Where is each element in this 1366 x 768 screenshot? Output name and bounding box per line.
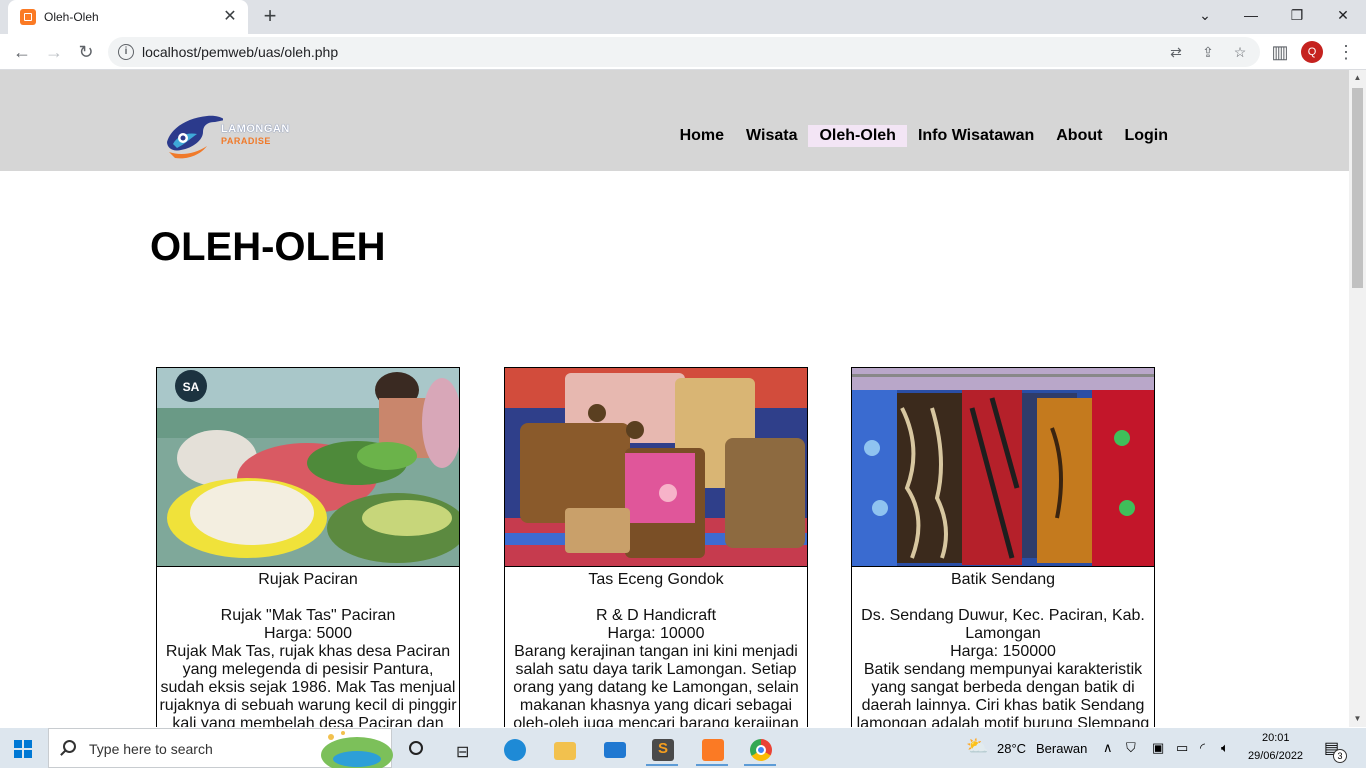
scroll-down-icon[interactable]: ▼ — [1349, 711, 1366, 727]
side-panel-icon[interactable]: ▥ — [1268, 40, 1292, 64]
search-highlight-icon — [321, 731, 393, 768]
share-icon[interactable]: ⇪ — [1198, 43, 1218, 61]
site-header: LAMONGAN PARADISE Home Wisata Oleh-Oleh … — [0, 70, 1349, 171]
mail-icon[interactable] — [594, 734, 634, 766]
nav-oleh-oleh[interactable]: Oleh-Oleh — [808, 125, 907, 147]
site-nav: Home Wisata Oleh-Oleh Info Wisatawan Abo… — [669, 125, 1179, 147]
tab-close-icon[interactable]: ✕ — [220, 7, 240, 27]
device-icon[interactable]: ▣ — [1152, 740, 1164, 756]
product-description: Batik sendang mempunyai karakteristik ya… — [856, 661, 1150, 727]
wifi-icon[interactable]: ◜ — [1200, 740, 1205, 756]
product-card: Tas Eceng Gondok R & D Handicraft Harga:… — [504, 367, 808, 727]
product-price: Harga: 150000 — [950, 643, 1056, 660]
dolphin-logo-icon — [167, 115, 225, 159]
page-title: OLEH-OLEH — [150, 225, 386, 269]
svg-text:SA: SA — [183, 380, 200, 394]
scroll-up-icon[interactable]: ▲ — [1349, 70, 1366, 86]
product-description: Rujak Mak Tas, rujak khas desa Paciran y… — [159, 643, 457, 727]
product-card: SA Rujak Paciran Rujak "Mak Tas" Paciran… — [156, 367, 460, 727]
page-viewport: LAMONGAN PARADISE Home Wisata Oleh-Oleh … — [0, 70, 1349, 727]
new-tab-button[interactable]: + — [258, 5, 282, 29]
browser-toolbar: ← → ↻ i localhost/pemweb/uas/oleh.php ⇄ … — [0, 34, 1366, 70]
nav-home[interactable]: Home — [669, 125, 735, 147]
security-shield-icon[interactable]: ⛉ — [1126, 740, 1136, 756]
tab-search-icon[interactable]: ⌄ — [1182, 0, 1228, 30]
task-view-icon[interactable] — [396, 734, 436, 766]
weather-icon[interactable]: ⛅ — [966, 736, 988, 757]
product-price: Harga: 10000 — [607, 625, 705, 642]
product-store: R & D Handicraft — [595, 607, 717, 624]
sublime-text-icon[interactable]: S — [642, 734, 682, 766]
browser-tab[interactable]: Oleh-Oleh ✕ — [8, 0, 248, 34]
back-icon[interactable]: ← — [10, 40, 34, 64]
search-icon — [63, 740, 76, 753]
product-description: Barang kerajinan tangan ini kini menjadi… — [513, 643, 799, 727]
tray-chevron-up-icon[interactable]: ∧ — [1103, 740, 1113, 756]
clock-time[interactable]: 20:01 — [1262, 732, 1290, 744]
page-scrollbar[interactable]: ▲ ▼ — [1349, 70, 1366, 727]
weather-temp[interactable]: 28°C — [997, 741, 1026, 756]
product-image: SA — [157, 368, 459, 567]
chrome-icon[interactable] — [740, 734, 780, 766]
taskbar-search-box[interactable]: Type here to search — [48, 728, 393, 768]
forward-icon[interactable]: → — [42, 40, 66, 64]
close-window-button[interactable]: ✕ — [1320, 0, 1366, 30]
translate-icon[interactable]: ⇄ — [1166, 43, 1186, 61]
logo-text-paradise: PARADISE — [221, 136, 271, 146]
windows-taskbar: Type here to search ⊟ S ⛅ 28°C Berawan ∧… — [0, 728, 1366, 768]
product-name: Rujak Paciran — [258, 571, 358, 588]
file-explorer-icon[interactable] — [544, 734, 584, 766]
address-bar[interactable]: i localhost/pemweb/uas/oleh.php ⇄ ⇪ ☆ — [108, 37, 1260, 67]
product-card: Batik Sendang Ds. Sendang Duwur, Kec. Pa… — [851, 367, 1155, 727]
search-placeholder: Type here to search — [89, 741, 213, 757]
product-store: Ds. Sendang Duwur, Kec. Paciran, Kab. La… — [861, 607, 1145, 642]
tab-title: Oleh-Oleh — [44, 10, 99, 24]
battery-icon[interactable]: ▭ — [1176, 740, 1188, 756]
volume-icon[interactable]: 🔈︎ — [1221, 740, 1229, 756]
logo-text-lamongan: LAMONGAN — [221, 123, 290, 135]
reload-icon[interactable]: ↻ — [74, 40, 98, 64]
product-name: Tas Eceng Gondok — [588, 571, 724, 588]
product-image — [505, 368, 807, 567]
product-store: Rujak "Mak Tas" Paciran — [220, 607, 396, 624]
widgets-icon[interactable]: ⊟ — [444, 734, 484, 766]
windows-start-icon[interactable] — [14, 740, 32, 758]
xampp-favicon-icon — [20, 9, 36, 25]
scroll-thumb[interactable] — [1352, 88, 1363, 288]
product-price: Harga: 5000 — [263, 625, 353, 642]
clock-date[interactable]: 29/06/2022 — [1248, 750, 1303, 762]
address-url[interactable]: localhost/pemweb/uas/oleh.php — [142, 44, 338, 60]
nav-wisata[interactable]: Wisata — [735, 125, 808, 147]
profile-avatar[interactable]: Q — [1301, 41, 1323, 63]
nav-login[interactable]: Login — [1113, 125, 1179, 147]
xampp-icon[interactable] — [692, 734, 732, 766]
notification-count: 3 — [1333, 749, 1347, 763]
weather-desc[interactable]: Berawan — [1036, 741, 1087, 756]
menu-dots-icon[interactable]: ⋮ — [1334, 40, 1358, 64]
minimize-button[interactable]: — — [1228, 0, 1274, 30]
edge-browser-icon[interactable] — [494, 734, 534, 766]
nav-info-wisatawan[interactable]: Info Wisatawan — [907, 125, 1045, 147]
site-logo[interactable]: LAMONGAN PARADISE — [163, 110, 308, 160]
browser-tab-bar: Oleh-Oleh ✕ + ⌄ — ❐ ✕ — [0, 0, 1366, 34]
bookmark-star-icon[interactable]: ☆ — [1230, 43, 1250, 61]
restore-button[interactable]: ❐ — [1274, 0, 1320, 30]
site-info-icon[interactable]: i — [118, 44, 134, 60]
product-image — [852, 368, 1154, 567]
nav-about[interactable]: About — [1045, 125, 1113, 147]
product-name: Batik Sendang — [950, 571, 1056, 588]
